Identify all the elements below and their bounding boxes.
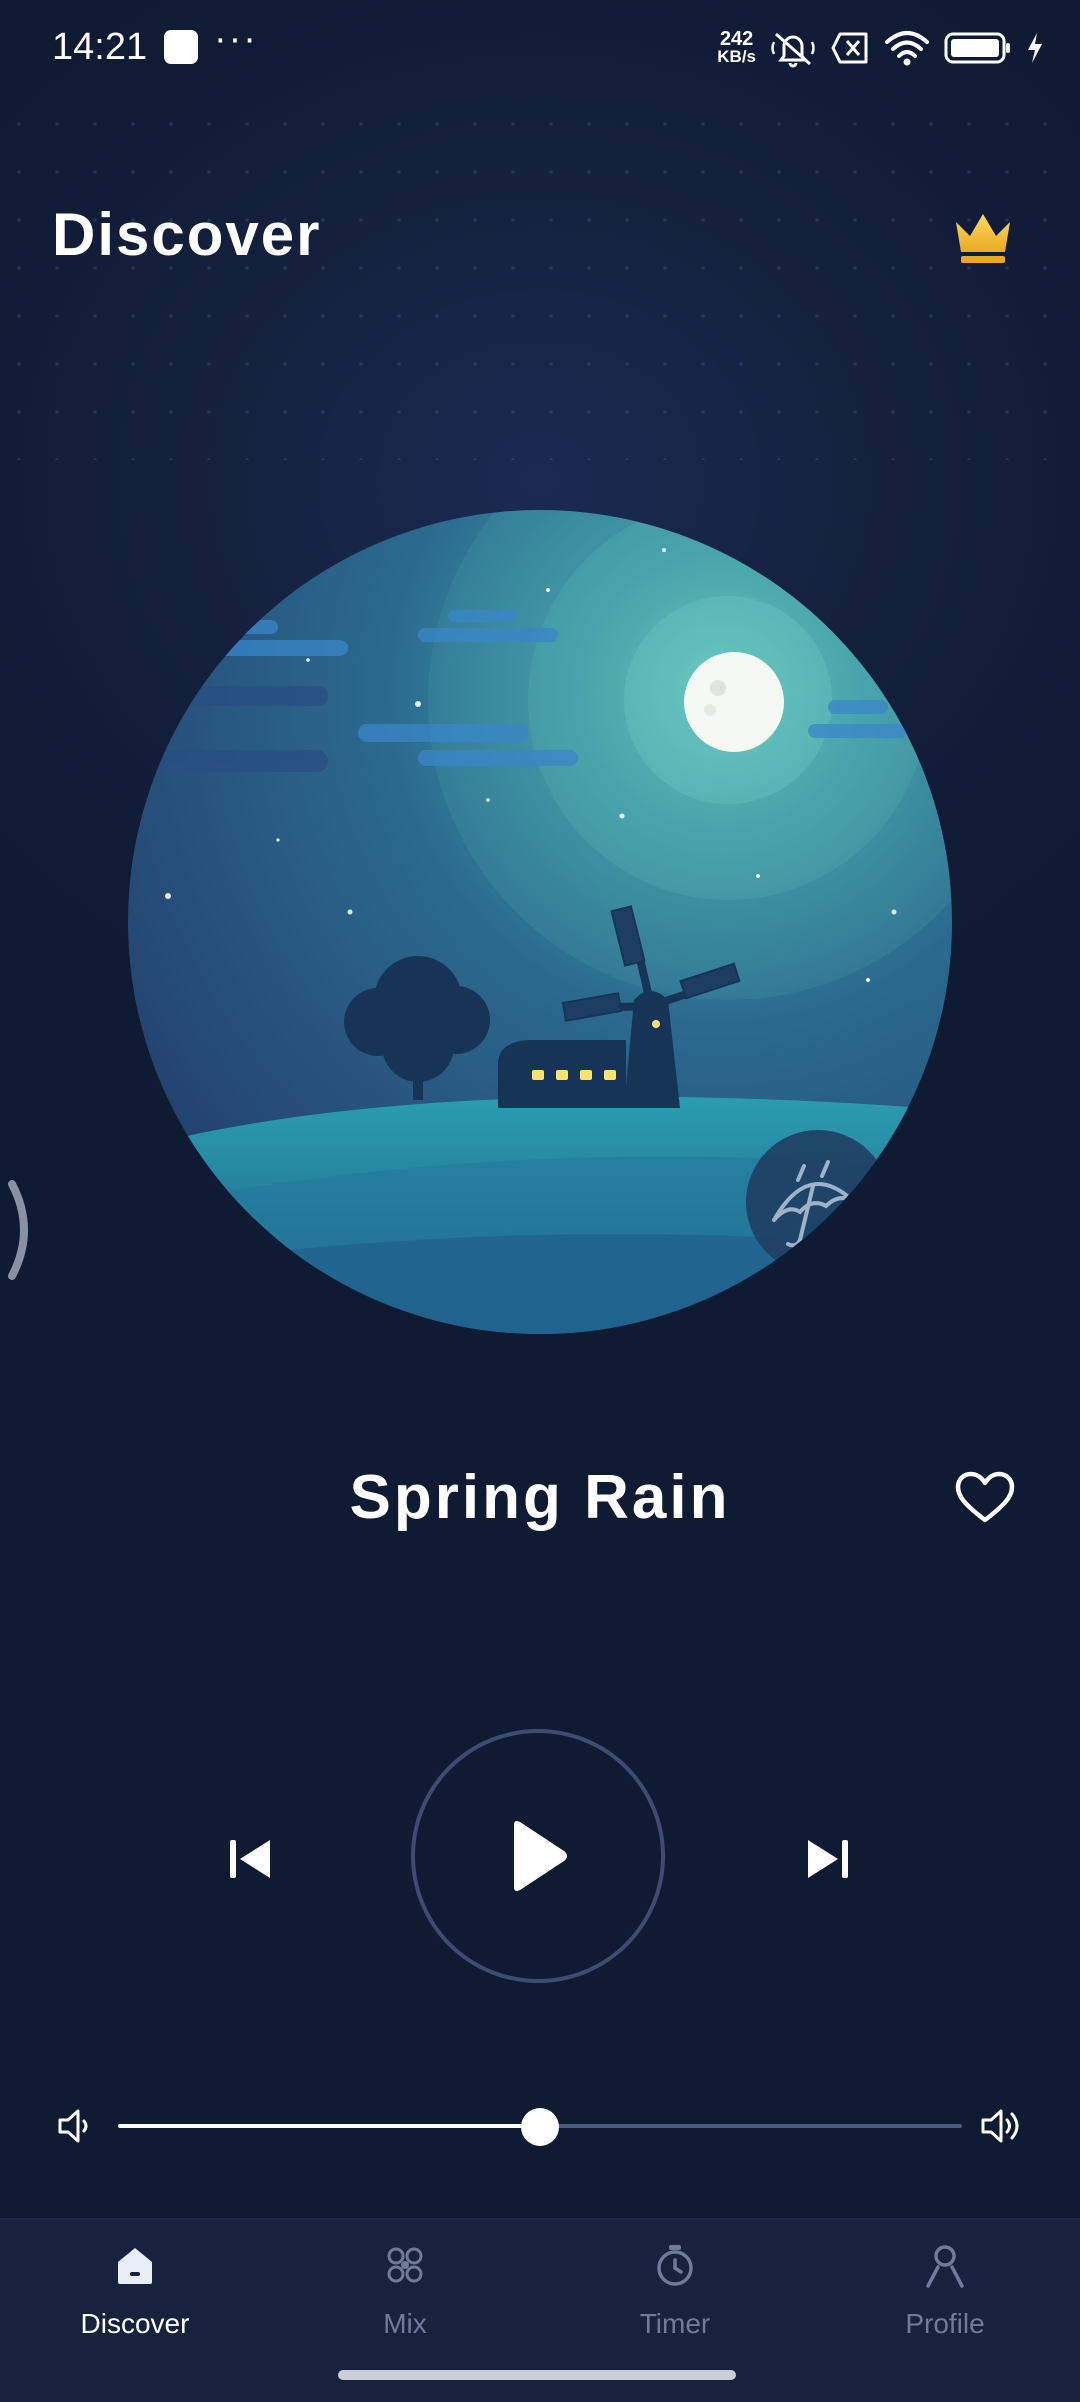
bottom-navigation: Discover Mix Timer Profile: [0, 2218, 1080, 2402]
play-button[interactable]: [411, 1729, 665, 1983]
nav-item-timer[interactable]: Timer: [540, 2220, 810, 2370]
notification-square-icon: [164, 30, 198, 64]
volume-low-icon[interactable]: [56, 2106, 96, 2146]
skip-previous-icon[interactable]: [222, 1832, 276, 1886]
nav-label-mix: Mix: [383, 2308, 427, 2339]
volume-high-icon[interactable]: [980, 2106, 1024, 2146]
network-speed-value: 242: [719, 28, 754, 50]
play-icon: [514, 1821, 567, 1891]
nav-label-profile: Profile: [905, 2308, 985, 2339]
heart-icon[interactable]: [954, 1470, 1016, 1526]
home-indicator[interactable]: [338, 2370, 736, 2380]
skip-next-icon[interactable]: [802, 1832, 856, 1886]
nav-item-mix[interactable]: Mix: [270, 2220, 540, 2370]
profile-icon: [926, 2245, 964, 2288]
track-title: Spring Rain: [349, 1463, 731, 1532]
battery-icon: [944, 32, 1010, 64]
side-drawer-handle[interactable]: [6, 1180, 46, 1280]
no-sim-icon: [831, 32, 868, 64]
nav-item-profile[interactable]: Profile: [810, 2220, 1080, 2370]
starfield-pattern: [0, 100, 1080, 460]
volume-slider-thumb[interactable]: [521, 2108, 559, 2146]
status-time: 14:21: [52, 26, 148, 68]
status-icons: 242 KB/s: [717, 28, 1044, 68]
wifi-icon: [885, 31, 929, 66]
network-speed-unit: KB/s: [717, 47, 756, 66]
volume-slider[interactable]: [118, 2108, 962, 2146]
nav-label-discover: Discover: [80, 2308, 190, 2339]
timer-icon: [657, 2245, 693, 2286]
volume-slider-fill: [118, 2124, 540, 2128]
home-icon: [118, 2248, 152, 2284]
mute-icon: [771, 32, 815, 68]
more-notifications-indicator: ···: [214, 18, 258, 60]
page-title: Discover: [52, 201, 322, 268]
status-bar: 14:21 ··· 242 KB/s: [0, 0, 1080, 100]
nav-label-timer: Timer: [639, 2308, 711, 2339]
night-windmill-illustration: [128, 510, 952, 1334]
charging-icon: [1028, 33, 1042, 63]
network-speed: 242 KB/s: [717, 28, 756, 66]
mix-icon: [387, 2247, 423, 2283]
nav-item-discover[interactable]: Discover: [0, 2220, 270, 2370]
crown-icon[interactable]: [952, 210, 1014, 266]
